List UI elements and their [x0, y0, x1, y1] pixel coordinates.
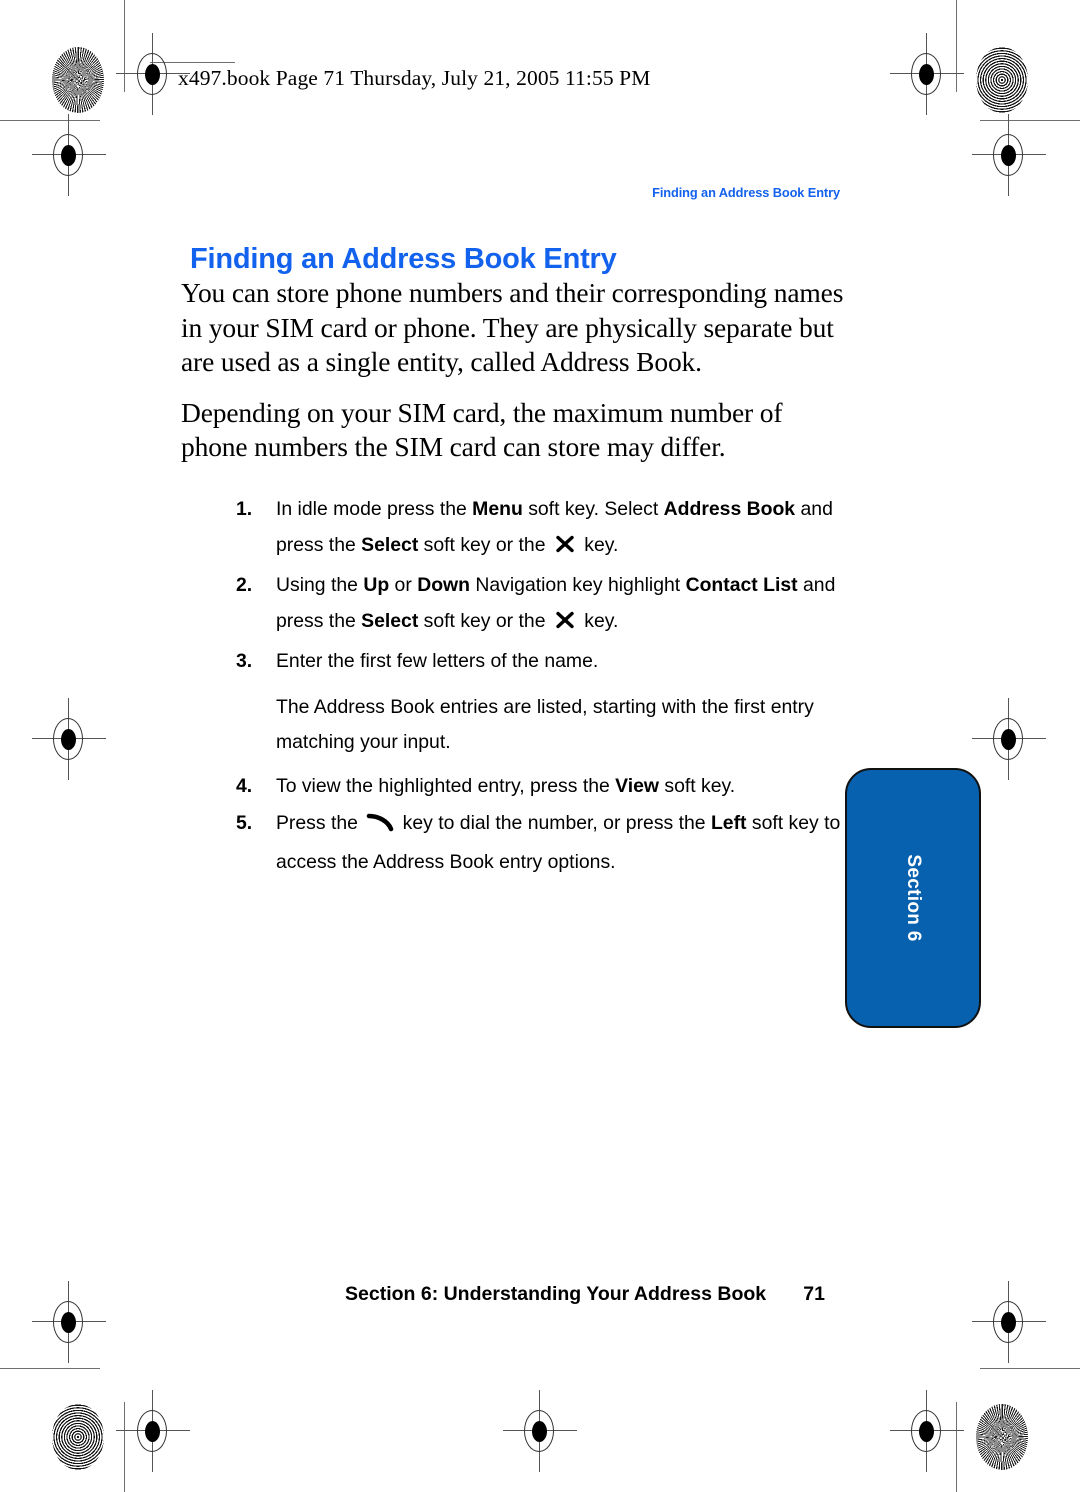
registration-mark-middle-right [972, 698, 1046, 780]
step-text: Enter the first few letters of the name. [276, 650, 599, 672]
step-note: The Address Book entries are listed, sta… [276, 695, 814, 754]
step-text: Using the Up or Down Navigation key high… [276, 568, 856, 642]
trim-line-top-left [0, 120, 100, 121]
emphasis-text: Select [361, 609, 419, 632]
registration-mark-bottom-right [890, 1390, 964, 1472]
emphasis-text: Select [361, 533, 419, 556]
step-text: In idle mode press the Menu soft key. Se… [276, 492, 856, 566]
registration-mark-middle-left [32, 698, 106, 780]
moire-pattern-top-right [976, 47, 1028, 113]
intro-paragraph-2: Depending on your SIM card, the maximum … [181, 396, 783, 463]
registration-mark-bottom-left [116, 1390, 190, 1472]
registration-mark-upper-right [972, 114, 1046, 196]
step-text: To view the highlighted entry, press the… [276, 774, 736, 797]
trim-line-right-lower [956, 1402, 957, 1492]
footer-section-title: Section 6: Understanding Your Address Bo… [345, 1283, 767, 1305]
page-footer: Section 6: Understanding Your Address Bo… [345, 1283, 825, 1306]
section-tab-label: Section 6 [903, 854, 924, 942]
registration-mark-lower-left [32, 1281, 106, 1363]
intro-body: You can store phone numbers and their co… [181, 276, 846, 481]
starburst-pattern-bottom-right [976, 1404, 1028, 1470]
intro-paragraph-1: You can store phone numbers and their co… [181, 277, 844, 377]
registration-mark-upper-left [32, 114, 106, 196]
footer-page-number: 71 [803, 1283, 825, 1305]
step-number: 3. [236, 650, 253, 672]
step-number: 2. [236, 574, 253, 596]
step-item: 3. Enter the first few letters of the nam… [236, 644, 856, 680]
ok-key-icon [554, 607, 576, 643]
emphasis-text: Left [710, 812, 747, 834]
emphasis-text: Menu [472, 498, 523, 520]
section-thumb-tab: Section 6 [845, 768, 981, 1028]
registration-mark-bottom-center [503, 1390, 577, 1472]
emphasis-text: Down [417, 574, 470, 596]
registration-mark-lower-right [972, 1281, 1046, 1363]
emphasis-text: Address Book [663, 498, 796, 520]
registration-mark-top-left [116, 33, 190, 115]
emphasis-text: Contact List [685, 574, 798, 596]
step-item: 4. To view the highlighted entry, press t… [236, 769, 856, 805]
trim-line-bottom-left [0, 1368, 100, 1369]
running-head: Finding an Address Book Entry [652, 185, 840, 200]
step-number: 1. [236, 498, 253, 520]
registration-mark-top-right [890, 33, 964, 115]
step-number: 5. [236, 812, 253, 834]
starburst-pattern-top-left [52, 47, 104, 113]
ok-key-icon [554, 531, 576, 567]
step-number: 4. [236, 774, 253, 797]
trim-line-top-right [980, 120, 1080, 121]
send-key-icon [366, 809, 394, 845]
trim-line-right [956, 0, 957, 92]
numbered-step-list: 1. In idle mode press the Menu soft key. … [236, 492, 856, 882]
emphasis-text: Up [363, 574, 390, 596]
file-slug-line: x497.book Page 71 Thursday, July 21, 200… [178, 66, 651, 90]
step-item: 2. Using the Up or Down Navigation key hi… [236, 568, 856, 642]
emphasis-text: View [615, 774, 660, 797]
manual-page: x497.book Page 71 Thursday, July 21, 200… [0, 0, 1080, 1492]
trim-line-left-lower [124, 1402, 125, 1492]
step-item: 5. Press the key to dial the number, or p… [236, 806, 856, 880]
page-title: Finding an Address Book Entry [190, 243, 617, 276]
trim-line-left [124, 0, 125, 92]
moire-pattern-bottom-left [52, 1404, 104, 1470]
step-item: 1. In idle mode press the Menu soft key. … [236, 492, 856, 566]
trim-line-bottom-right [980, 1368, 1080, 1369]
step-text: Press the key to dial the number, or pre… [276, 806, 856, 880]
